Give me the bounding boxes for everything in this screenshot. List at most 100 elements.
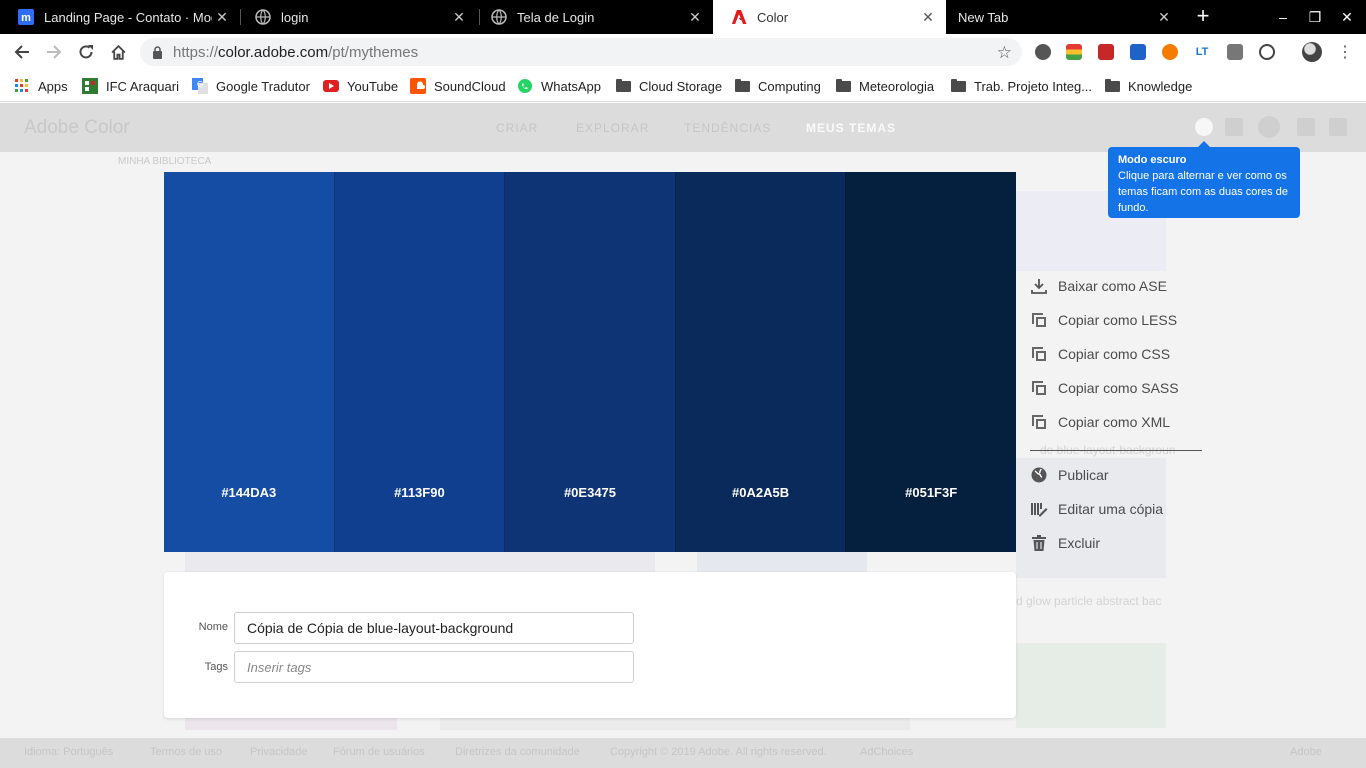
publish-button[interactable]: Publicar xyxy=(1030,463,1109,487)
profile-avatar[interactable] xyxy=(1302,42,1322,62)
theme-name-input[interactable] xyxy=(234,612,634,644)
bookmark-ifc-araquari[interactable]: IFC Araquari xyxy=(82,76,179,96)
delete-button[interactable]: Excluir xyxy=(1030,531,1100,555)
tab-counter-extension-icon[interactable] xyxy=(1130,44,1146,60)
bookmark-label: SoundCloud xyxy=(434,78,506,94)
copy-icon xyxy=(1030,379,1048,397)
color-swatch[interactable]: #051F3F xyxy=(845,172,1016,552)
bookmark-whatsapp[interactable]: WhatsApp xyxy=(517,76,601,96)
bookmark-label: Trab. Projeto Integ... xyxy=(974,78,1093,94)
bookmark-label: Apps xyxy=(38,78,68,94)
user-avatar[interactable] xyxy=(1258,116,1280,138)
footer-forum[interactable]: Fórum de usuários xyxy=(333,746,425,758)
theme-details-card: Nome Tags xyxy=(164,572,1016,718)
site-header: Adobe Color CRIAR EXPLORAR TENDÊNCIAS ME… xyxy=(0,103,1366,152)
bookmark-google-tradutor[interactable]: G Google Tradutor xyxy=(192,76,310,96)
nav-tendencias[interactable]: TENDÊNCIAS xyxy=(684,121,771,135)
copy-css-button[interactable]: Copiar como CSS xyxy=(1030,342,1170,366)
tab-title: login xyxy=(281,9,309,25)
notifications-icon[interactable] xyxy=(1329,118,1347,136)
folder-icon xyxy=(835,78,851,94)
restore-button[interactable]: ❐ xyxy=(1305,7,1325,27)
close-tab-icon[interactable]: ✕ xyxy=(918,7,938,27)
youtube-icon xyxy=(323,78,339,94)
tab-title: Landing Page - Contato · Moqups xyxy=(44,9,212,25)
close-tab-icon[interactable]: ✕ xyxy=(212,7,232,27)
home-icon xyxy=(110,44,126,60)
apps-grid-icon[interactable] xyxy=(1297,118,1315,136)
nav-explorar[interactable]: EXPLORAR xyxy=(576,121,649,135)
apps-grid-icon xyxy=(14,78,30,94)
address-bar[interactable]: https://color.adobe.com/pt/mythemes ☆ xyxy=(140,38,1022,66)
close-tab-icon[interactable]: ✕ xyxy=(685,7,705,27)
tab-color[interactable]: Color ✕ xyxy=(713,0,946,34)
close-tab-icon[interactable]: ✕ xyxy=(449,7,469,27)
action-label: Baixar como ASE xyxy=(1058,278,1167,294)
tags-input[interactable] xyxy=(234,651,634,683)
color-swatch[interactable]: #0E3475 xyxy=(504,172,675,552)
chat-icon[interactable] xyxy=(1225,118,1243,136)
site-logo[interactable]: Adobe Color xyxy=(24,117,130,139)
copy-less-button[interactable]: Copiar como LESS xyxy=(1030,308,1177,332)
bookmark-youtube[interactable]: YouTube xyxy=(323,76,398,96)
new-tab-button[interactable]: + xyxy=(1192,5,1214,28)
footer-language[interactable]: Idioma: Português xyxy=(24,746,113,758)
moqups-icon: m xyxy=(18,9,34,25)
owl-extension-icon[interactable] xyxy=(1162,44,1178,60)
svg-text:m: m xyxy=(21,12,31,24)
close-window-button[interactable]: ✕ xyxy=(1337,7,1357,27)
bookmark-label: Meteorologia xyxy=(859,78,935,94)
footer-adchoices[interactable]: AdChoices xyxy=(860,746,913,758)
nav-meus-temas[interactable]: MEUS TEMAS xyxy=(806,121,896,135)
bookmark-computing[interactable]: Computing xyxy=(734,76,821,96)
folder-icon xyxy=(1104,78,1120,94)
breadcrumb: MINHA BIBLIOTECA xyxy=(118,156,212,167)
language-tool-extension-icon[interactable]: LT xyxy=(1194,44,1210,60)
speed-extension-icon[interactable] xyxy=(1259,44,1275,60)
footer-privacy[interactable]: Privacidade xyxy=(250,746,307,758)
close-tab-icon[interactable]: ✕ xyxy=(1154,7,1174,27)
edit-palette-icon xyxy=(1030,500,1048,518)
action-label: Copiar como SASS xyxy=(1058,380,1179,396)
tab-tela-de-login[interactable]: Tela de Login ✕ xyxy=(473,0,713,34)
bookmark-soundcloud[interactable]: SoundCloud xyxy=(410,76,506,96)
bookmark-meteorologia[interactable]: Meteorologia xyxy=(835,76,934,96)
bookmark-label: Knowledge xyxy=(1128,78,1193,94)
minimize-button[interactable]: – xyxy=(1273,7,1293,27)
ifc-icon xyxy=(82,78,98,94)
bookmark-knowledge[interactable]: Knowledge xyxy=(1104,76,1192,96)
tab-login[interactable]: login ✕ xyxy=(237,0,477,34)
download-ase-button[interactable]: Baixar como ASE xyxy=(1030,274,1167,298)
home-button[interactable] xyxy=(107,41,129,63)
copy-xml-button[interactable]: Copiar como XML xyxy=(1030,410,1170,434)
lightbulb-extension-icon[interactable] xyxy=(1035,44,1051,60)
forward-button[interactable] xyxy=(43,41,65,63)
bookmark-trab-projeto[interactable]: Trab. Projeto Integ... xyxy=(950,76,1092,96)
screenshot-extension-icon[interactable] xyxy=(1227,44,1243,60)
copy-sass-button[interactable]: Copiar como SASS xyxy=(1030,376,1179,400)
edit-copy-button[interactable]: Editar uma cópia xyxy=(1030,497,1163,521)
tab-moqups[interactable]: m Landing Page - Contato · Moqups ✕ xyxy=(0,0,240,34)
reload-button[interactable] xyxy=(75,41,97,63)
color-extension-icon[interactable] xyxy=(1066,44,1082,60)
ghost-tile xyxy=(185,552,655,572)
dark-mode-toggle-icon[interactable] xyxy=(1195,118,1213,136)
nav-criar[interactable]: CRIAR xyxy=(496,121,538,135)
arrow-right-icon xyxy=(47,45,62,59)
theme-palette: #144DA3 #113F90 #0E3475 #0A2A5B #051F3F xyxy=(164,172,1016,552)
color-swatch[interactable]: #144DA3 xyxy=(164,172,334,552)
menu-kebab-icon[interactable]: ⋮ xyxy=(1337,42,1353,62)
color-swatch[interactable]: #0A2A5B xyxy=(674,172,846,552)
footer-terms[interactable]: Termos de uso xyxy=(150,746,222,758)
bookmark-cloud-storage[interactable]: Cloud Storage xyxy=(615,76,722,96)
bookmark-label: WhatsApp xyxy=(541,78,601,94)
tab-new-tab[interactable]: New Tab ✕ xyxy=(946,0,1182,34)
bookmark-extension-icon[interactable] xyxy=(1098,44,1114,60)
action-label: Publicar xyxy=(1058,467,1109,483)
color-swatch[interactable]: #113F90 xyxy=(333,172,505,552)
bookmark-apps[interactable]: Apps xyxy=(14,76,68,96)
back-button[interactable] xyxy=(11,41,33,63)
bookmark-star-icon[interactable]: ☆ xyxy=(997,43,1012,63)
footer-guidelines[interactable]: Diretrizes da comunidade xyxy=(455,746,580,758)
globe-icon xyxy=(1030,466,1048,484)
